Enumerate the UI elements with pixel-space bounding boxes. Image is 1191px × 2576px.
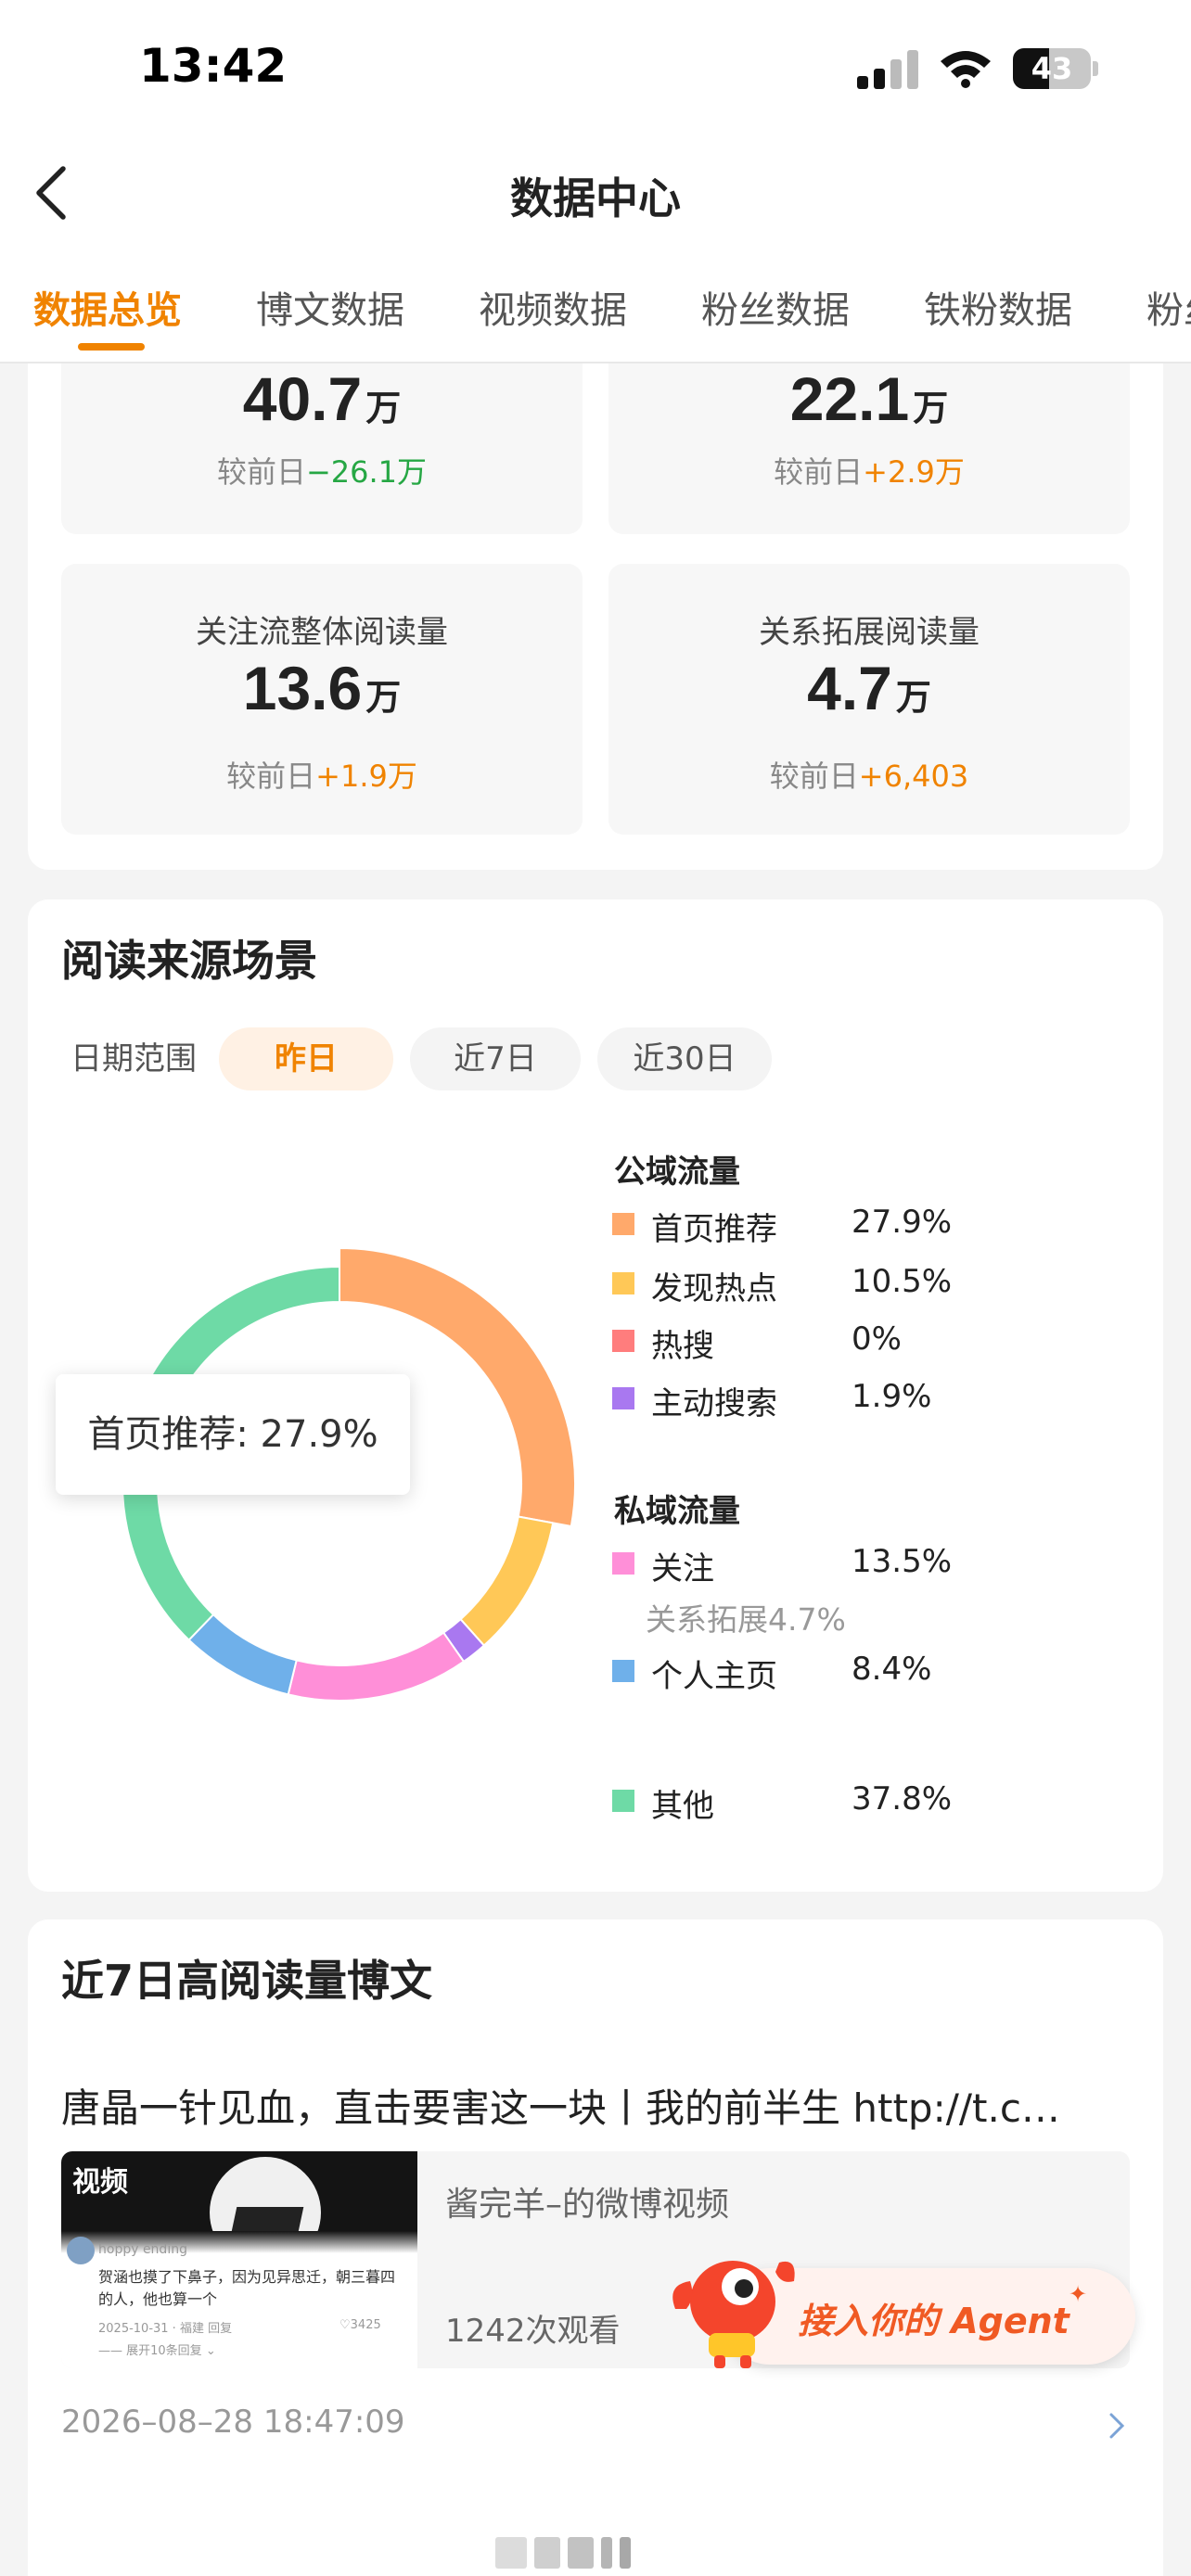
post-title[interactable]: 唐晶一针见血，直击要害这一块丨我的前半生 http://t.c…	[61, 2077, 1137, 2134]
battery-icon: 43	[1013, 48, 1098, 89]
legend-label: 关注	[651, 1550, 714, 1588]
stat-card[interactable]: 22.1 万 较前日+2.9万	[608, 363, 1130, 534]
stat-delta: 较前日+2.9万	[774, 454, 965, 490]
loading-indicator	[495, 2537, 638, 2569]
stat-delta: 较前日+6,403	[769, 759, 969, 794]
legend-value: 10.5%	[852, 1263, 953, 1300]
legend-value: 8.4%	[852, 1651, 932, 1688]
agent-floating-button[interactable]: 接入你的 Agent ✦	[668, 2244, 1135, 2370]
thumb-username: hoppy ending	[98, 2242, 187, 2257]
chip-7-days[interactable]: 近7日	[410, 1027, 581, 1090]
donut-slice[interactable]	[287, 1631, 466, 1702]
legend-heading-private: 私域流量	[614, 1493, 740, 1530]
tab-fan-data[interactable]: 粉丝数据	[701, 280, 850, 334]
stat-delta: 较前日−26.1万	[216, 454, 428, 490]
section-title-top-posts: 近7日高阅读量博文	[61, 1956, 433, 2006]
post-source: 酱完羊–的微博视频	[445, 2186, 730, 2224]
legend-value: 1.9%	[852, 1378, 932, 1415]
donut-slice[interactable]	[459, 1515, 555, 1647]
video-thumbnail[interactable]: 视频 hoppy ending 贺涵也摸了下鼻子，因为见异思迁，朝三暮四的人，他…	[61, 2151, 417, 2368]
chevron-right-icon[interactable]	[1106, 2409, 1128, 2442]
stat-delta: 较前日+1.9万	[226, 759, 417, 794]
legend-value: 13.5%	[852, 1543, 953, 1580]
legend-label: 发现热点	[651, 1270, 777, 1307]
tab-iron-fan-data[interactable]: 铁粉数据	[924, 280, 1072, 334]
tab-video-data[interactable]: 视频数据	[479, 280, 627, 334]
stat-card-follow-reads[interactable]: 关注流整体阅读量 13.6 万 较前日+1.9万	[61, 564, 583, 835]
legend-label: 首页推荐	[651, 1211, 777, 1248]
legend-swatch	[612, 1790, 634, 1812]
date-range-label: 日期范围	[70, 1040, 197, 1078]
status-time: 13:42	[139, 39, 288, 93]
legend-value: 27.9%	[852, 1204, 953, 1241]
chip-30-days[interactable]: 近30日	[597, 1027, 772, 1090]
stat-label: 关系拓展阅读量	[759, 614, 980, 651]
thumb-meta: 2025-10-31 · 福建 回复	[98, 2322, 233, 2336]
legend-sub-note: 关系拓展4.7%	[646, 1601, 846, 1638]
stat-value: 4.7 万	[807, 654, 931, 722]
sparkle-icon: ✦	[1069, 2281, 1088, 2307]
post-time: 2026–08–28 18:47:09	[61, 2404, 405, 2441]
tab-overview[interactable]: 数据总览	[33, 280, 182, 334]
legend-label: 个人主页	[651, 1658, 777, 1695]
stat-value: 40.7 万	[242, 364, 402, 433]
stat-card-relation-reads[interactable]: 关系拓展阅读量 4.7 万 较前日+6,403	[608, 564, 1130, 835]
legend-label: 其他	[651, 1788, 714, 1825]
thumb-expand-replies: —— 展开10条回复 ⌄	[98, 2344, 216, 2358]
thumb-comment: 贺涵也摸了下鼻子，因为见异思迁，朝三暮四的人，他也算一个	[98, 2268, 396, 2308]
legend-swatch	[612, 1660, 634, 1682]
stat-value: 22.1 万	[789, 364, 949, 433]
legend-label: 热搜	[651, 1328, 714, 1365]
legend-value: 37.8%	[852, 1780, 953, 1817]
active-tab-indicator	[78, 343, 145, 351]
legend-swatch	[612, 1330, 634, 1352]
section-title-read-source: 阅读来源场景	[61, 936, 317, 986]
legend-swatch	[612, 1387, 634, 1409]
legend-label: 主动搜索	[651, 1385, 777, 1422]
video-badge: 视频	[72, 2166, 128, 2199]
stat-label: 关注流整体阅读量	[196, 614, 448, 651]
avatar	[67, 2237, 95, 2264]
legend-swatch	[612, 1552, 634, 1575]
chip-yesterday[interactable]: 昨日	[219, 1027, 393, 1090]
stat-value: 13.6 万	[242, 654, 402, 722]
tab-post-data[interactable]: 博文数据	[256, 280, 404, 334]
chart-tooltip: 首页推荐: 27.9%	[56, 1374, 410, 1495]
stat-card[interactable]: 40.7 万 较前日−26.1万	[61, 363, 583, 534]
legend-swatch	[612, 1213, 634, 1235]
page-title: 数据中心	[510, 173, 681, 223]
donut-slice[interactable]	[187, 1613, 298, 1696]
battery-level: 43	[1031, 51, 1073, 86]
heart-icon: ♡	[339, 2318, 351, 2332]
wifi-icon	[941, 51, 991, 88]
mascot-icon	[672, 2261, 795, 2368]
cellular-signal-icon	[857, 50, 918, 89]
post-views: 1242次观看	[445, 2313, 621, 2350]
thumb-likes: ♡3425	[339, 2318, 381, 2332]
legend-heading-public: 公域流量	[614, 1154, 740, 1191]
legend-swatch	[612, 1272, 634, 1294]
tab-fans-more[interactable]: 粉丝	[1146, 280, 1191, 334]
legend-value: 0%	[852, 1320, 902, 1358]
agent-fab-label: 接入你的 Agent	[798, 2301, 1069, 2341]
